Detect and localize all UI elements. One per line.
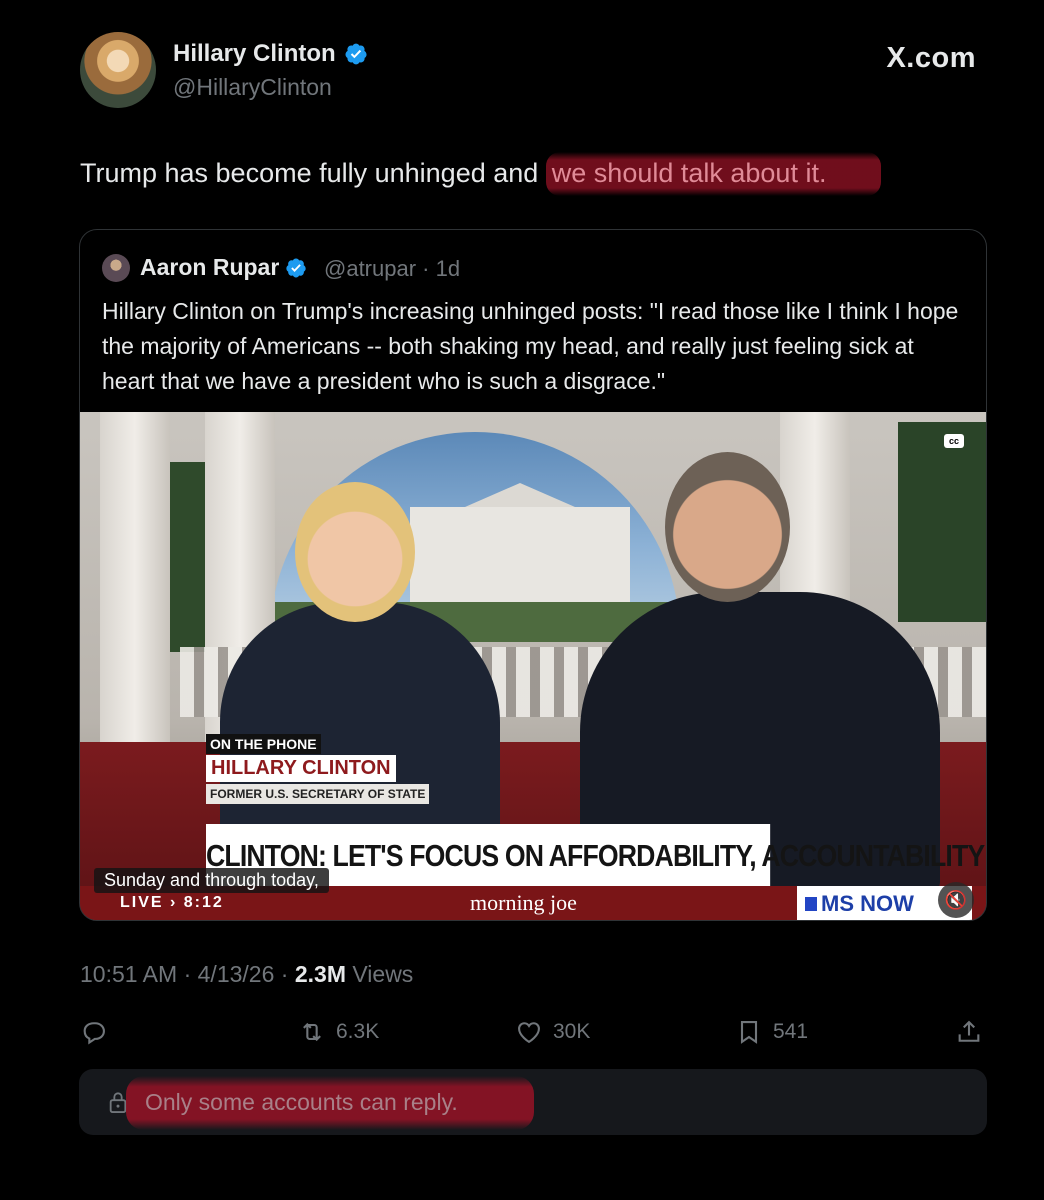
video-white-house	[410, 483, 630, 602]
retweet-button[interactable]: 6.3K	[298, 1016, 379, 1048]
reply-restriction-text: Only some accounts can reply.	[145, 1089, 458, 1115]
views-count: 2.3M	[294, 961, 346, 987]
quote-author-avatar[interactable]	[102, 254, 130, 282]
video-host-left	[220, 602, 500, 862]
quoted-post-card[interactable]: Aaron Rupar @atrupar · 1d Hillary Clinto…	[79, 229, 987, 921]
lower-third-tag: ON THE PHONE	[206, 734, 321, 754]
share-icon	[958, 1020, 980, 1042]
post-meta: 10:51 AM · 4/13/26 · 2.3M Views	[80, 961, 413, 988]
like-button[interactable]: 30K	[515, 1016, 590, 1048]
lower-third-title: FORMER U.S. SECRETARY OF STATE	[206, 784, 430, 804]
quote-handle-and-age: @atrupar · 1d	[324, 256, 460, 282]
author-handle[interactable]: @HillaryClinton	[173, 74, 332, 101]
video-player[interactable]: cc ON THE PHONE HILLARY CLINTON FORMER U…	[80, 412, 986, 920]
post-text: Trump has become fully unhinged and we s…	[80, 152, 882, 196]
live-indicator: LIVE › 8:12	[120, 894, 224, 911]
author-name-row[interactable]: Hillary Clinton	[173, 40, 368, 68]
verified-badge-icon	[345, 43, 367, 65]
post-text-plain: Trump has become fully unhinged and	[80, 158, 546, 188]
site-logo: X.com	[886, 42, 976, 74]
author-avatar[interactable]	[80, 32, 156, 108]
lower-third-name: HILLARY CLINTON	[206, 755, 396, 782]
post-date[interactable]: 4/13/26	[198, 961, 275, 987]
like-count: 30K	[553, 1020, 591, 1043]
bookmark-count: 541	[773, 1020, 809, 1043]
quote-author-name-row[interactable]: Aaron Rupar	[140, 254, 307, 281]
video-trees-left	[168, 462, 208, 652]
video-host-right-head	[665, 452, 790, 602]
quote-author-handle[interactable]: @atrupar	[324, 256, 416, 281]
separator-dot: ·	[183, 961, 198, 987]
video-trees-right	[898, 422, 986, 622]
quote-author-name[interactable]: Aaron Rupar	[140, 254, 279, 281]
verified-badge-icon	[286, 257, 306, 277]
mute-icon[interactable]: 🔇	[938, 882, 974, 918]
closed-captions-icon[interactable]: cc	[944, 434, 964, 448]
like-icon	[518, 1022, 540, 1044]
quote-age: 1d	[435, 256, 461, 281]
video-host-left-head	[295, 482, 415, 622]
retweet-count: 6.3K	[336, 1020, 380, 1043]
bookmark-icon	[740, 1021, 758, 1044]
author-name[interactable]: Hillary Clinton	[173, 40, 336, 68]
show-logo: morning joe	[470, 890, 577, 915]
post-time[interactable]: 10:51 AM	[80, 961, 177, 987]
retweet-icon	[303, 1022, 321, 1042]
bookmark-button[interactable]: 541	[735, 1016, 808, 1048]
video-caption: Sunday and through today,	[94, 868, 329, 893]
separator-dot: ·	[422, 256, 430, 281]
separator-dot: ·	[280, 961, 295, 987]
views-label: Views	[352, 961, 414, 987]
reply-restriction-text-layer: Only some accounts can reply.	[79, 1069, 987, 1135]
share-button[interactable]	[955, 1016, 983, 1048]
post-text-highlighted: we should talk about it.	[545, 152, 882, 196]
reply-button[interactable]	[80, 1016, 108, 1048]
quote-text: Hillary Clinton on Trump's increasing un…	[102, 298, 959, 394]
reply-icon	[83, 1022, 105, 1045]
